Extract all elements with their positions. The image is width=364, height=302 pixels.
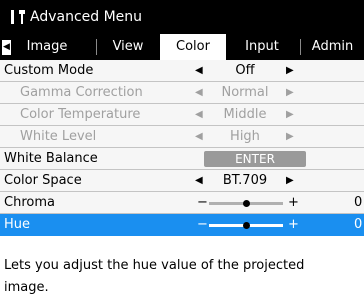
decrease-button[interactable]: − — [197, 214, 208, 236]
tools-icon — [8, 7, 28, 27]
arrow-left-icon: ◀ — [195, 87, 203, 98]
menu-row-color-space[interactable]: Color Space ◀ BT.709 ▶ — [0, 170, 364, 192]
color-space-value: BT.709 — [222, 173, 268, 188]
title-bar: Advanced Menu — [0, 0, 364, 34]
custom-mode-label: Custom Mode — [4, 63, 94, 78]
menu-row-white-level: White Level ◀ High ▶ — [0, 126, 364, 148]
decrease-button[interactable]: − — [197, 192, 208, 214]
menu-row-color-temperature: Color Temperature ◀ Middle ▶ — [0, 104, 364, 126]
gamma-correction-value: Normal — [221, 85, 269, 100]
custom-mode-value: Off — [235, 63, 255, 78]
enter-button[interactable]: ENTER — [204, 151, 306, 167]
hue-slider[interactable] — [209, 222, 283, 229]
slider-knob[interactable] — [243, 200, 250, 207]
color-space-label: Color Space — [4, 173, 82, 188]
tab-scroll-left-icon[interactable]: ◀ — [2, 40, 11, 55]
hue-value: 0 — [354, 217, 363, 232]
chroma-label: Chroma — [4, 195, 55, 210]
window-title: Advanced Menu — [30, 9, 143, 25]
increase-button[interactable]: + — [288, 214, 299, 236]
arrow-left-icon[interactable]: ◀ — [195, 170, 203, 192]
arrow-right-icon: ▶ — [286, 131, 294, 142]
menu-row-chroma[interactable]: Chroma − + 0 — [0, 192, 364, 214]
chroma-slider[interactable] — [209, 200, 283, 207]
white-balance-label: White Balance — [4, 151, 98, 166]
arrow-left-icon[interactable]: ◀ — [195, 60, 203, 82]
description-panel: Lets you adjust the hue value of the pro… — [0, 255, 364, 302]
arrow-left-icon: ◀ — [195, 109, 203, 120]
color-temperature-label: Color Temperature — [20, 107, 141, 122]
menu-row-gamma-correction: Gamma Correction ◀ Normal ▶ — [0, 82, 364, 104]
menu-list: Custom Mode ◀ Off ▶ Gamma Correction ◀ N… — [0, 60, 364, 236]
tab-admin[interactable]: Admin — [301, 34, 364, 60]
white-level-value: High — [230, 129, 260, 144]
hue-label: Hue — [4, 217, 31, 232]
tab-color[interactable]: Color — [160, 34, 226, 60]
menu-row-custom-mode[interactable]: Custom Mode ◀ Off ▶ — [0, 60, 364, 82]
tab-view[interactable]: View — [97, 34, 159, 60]
slider-knob[interactable] — [243, 222, 250, 229]
tab-bar: ◀ Image View Color Input Admin — [0, 34, 364, 60]
arrow-right-icon[interactable]: ▶ — [286, 170, 294, 192]
tab-input[interactable]: Input — [227, 34, 297, 60]
menu-row-hue[interactable]: Hue − + 0 — [0, 214, 364, 236]
white-level-label: White Level — [20, 129, 97, 144]
arrow-right-icon: ▶ — [286, 87, 294, 98]
osd-menu-window: Advanced Menu ◀ Image View Color Input A… — [0, 0, 364, 302]
description-line: Lets you adjust the hue value of the pro… — [4, 258, 305, 273]
tab-image[interactable]: Image — [14, 34, 80, 60]
arrow-right-icon: ▶ — [286, 109, 294, 120]
description-line: image. — [4, 280, 49, 295]
arrow-right-icon[interactable]: ▶ — [286, 60, 294, 82]
color-temperature-value: Middle — [223, 107, 267, 122]
chroma-value: 0 — [354, 195, 363, 210]
increase-button[interactable]: + — [288, 192, 299, 214]
menu-row-white-balance[interactable]: White Balance ENTER — [0, 148, 364, 170]
gamma-correction-label: Gamma Correction — [20, 85, 143, 100]
arrow-left-icon: ◀ — [195, 131, 203, 142]
